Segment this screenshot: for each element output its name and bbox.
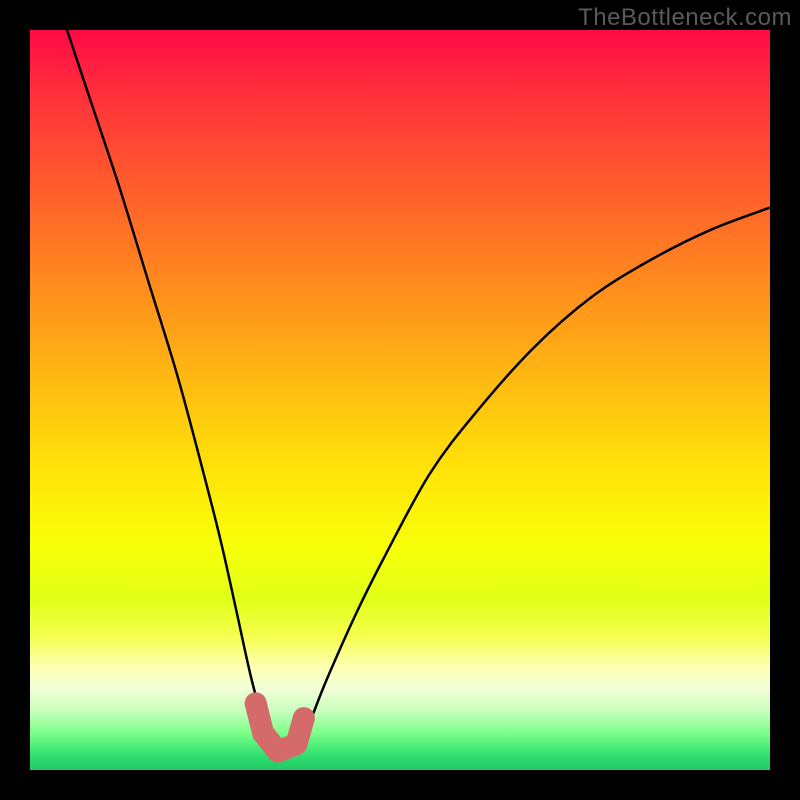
curve-marker <box>245 692 267 714</box>
curve-marker <box>285 733 307 755</box>
curve-marker <box>293 707 315 729</box>
bottleneck-curve <box>67 30 770 756</box>
chart-frame: TheBottleneck.com <box>0 0 800 800</box>
curve-marker <box>252 722 274 744</box>
bottleneck-curve-svg <box>30 30 770 770</box>
curve-markers <box>245 692 315 762</box>
plot-area <box>30 30 770 770</box>
watermark-text: TheBottleneck.com <box>578 4 792 32</box>
